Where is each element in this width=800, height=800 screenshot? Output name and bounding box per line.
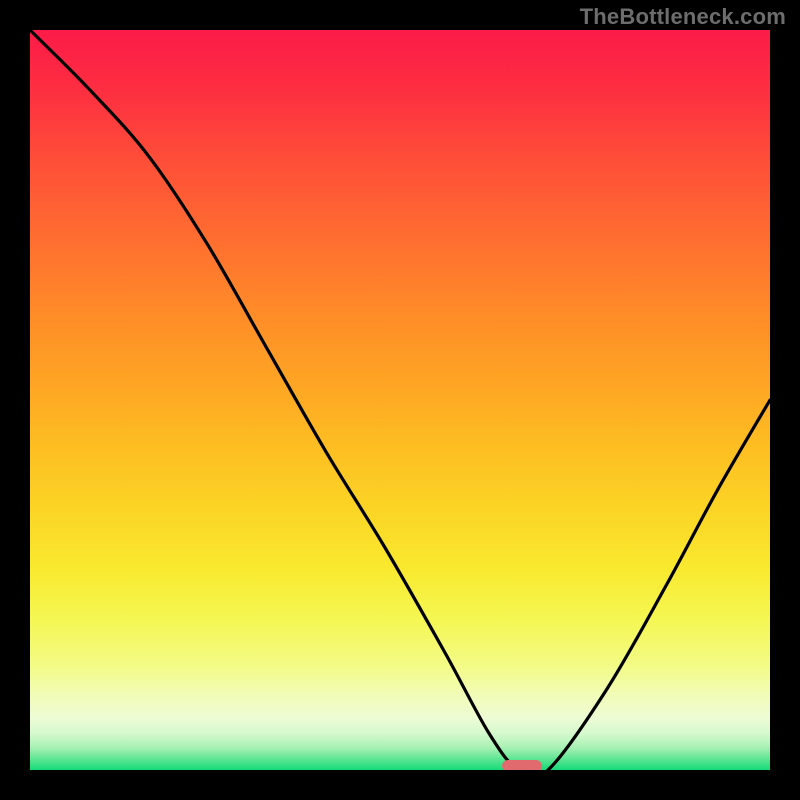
optimum-marker: [502, 760, 543, 770]
curve-path: [30, 30, 770, 770]
plot-area: [30, 30, 770, 770]
chart-frame: TheBottleneck.com: [0, 0, 800, 800]
watermark-text: TheBottleneck.com: [580, 4, 786, 30]
bottleneck-curve: [30, 30, 770, 770]
